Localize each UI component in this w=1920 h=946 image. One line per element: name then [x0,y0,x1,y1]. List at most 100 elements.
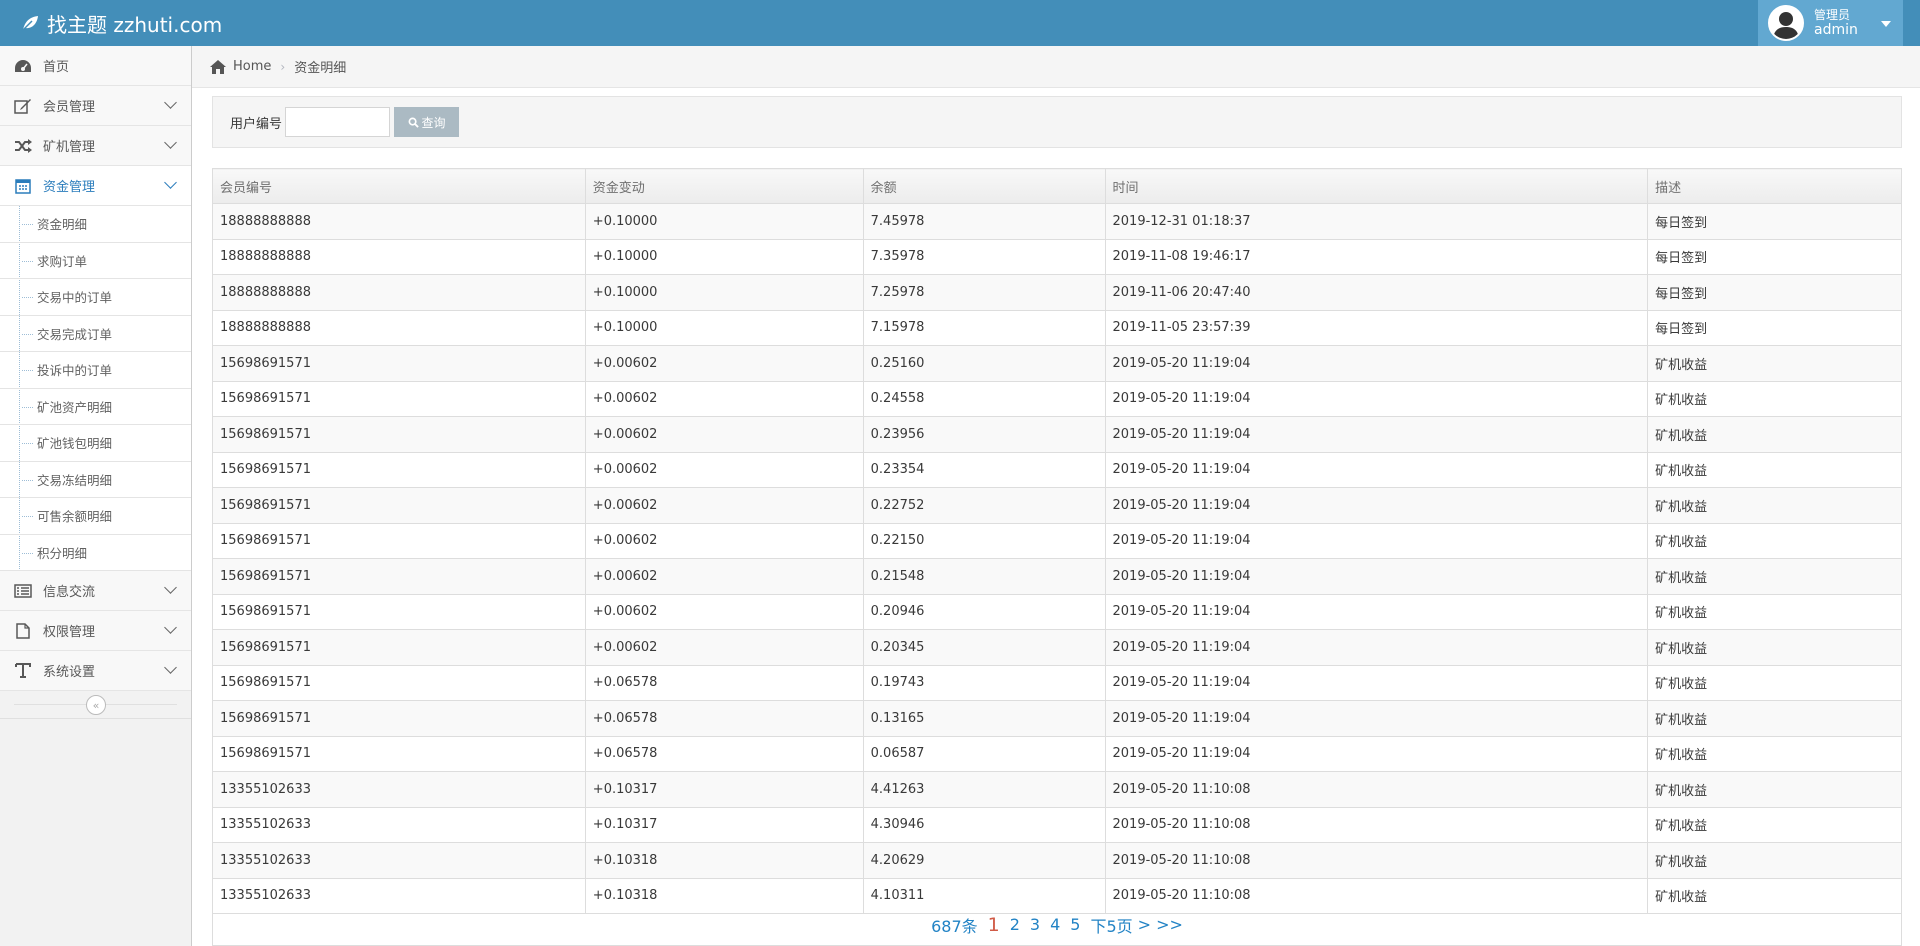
sidebar-item-messages[interactable]: 信息交流 [0,571,191,611]
submenu-item-fund-details[interactable]: 资金明细 [0,206,191,243]
cell-change: +0.10000 [584,203,864,240]
cell-member-id: 18888888888 [212,274,586,311]
sidebar-item-home[interactable]: 首页 [0,46,191,86]
cell-member-id: 15698691571 [212,558,586,595]
dashboard-icon [13,57,33,75]
user-menu[interactable]: 管理员 admin [1758,0,1903,46]
cell-member-id: 15698691571 [212,700,586,737]
sidebar-item-miners[interactable]: 矿机管理 [0,126,191,166]
table-row: 13355102633 +0.10317 4.30946 2019-05-20 11:… [212,806,1902,843]
cell-member-id: 18888888888 [212,238,586,275]
cell-description: 矿机收益 [1647,558,1902,595]
cell-time: 2019-05-20 11:19:04 [1104,593,1649,630]
cell-description: 矿机收益 [1647,522,1902,559]
table-row: 15698691571 +0.06578 0.19743 2019-05-20 11:… [212,664,1902,701]
page-link-3[interactable]: 3 [1030,915,1040,934]
double-chevron-left-icon[interactable]: « [86,695,106,715]
sidebar-item-permissions[interactable]: 权限管理 [0,611,191,651]
cell-member-id: 15698691571 [212,629,586,666]
submenu-item-pool-wallet[interactable]: 矿池钱包明细 [0,425,191,462]
cell-description: 矿机收益 [1647,700,1902,737]
sidebar-item-label: 矿机管理 [43,140,96,155]
sidebar-item-label: 权限管理 [43,625,96,640]
cell-balance: 0.20345 [862,629,1106,666]
cell-member-id: 15698691571 [212,522,586,559]
next-page-link[interactable]: > [1138,915,1151,934]
sidebar-item-members[interactable]: 会员管理 [0,86,191,126]
chevron-down-icon [164,621,177,634]
cell-description: 矿机收益 [1647,771,1902,808]
sidebar-item-label: 首页 [43,60,70,75]
user-id-input[interactable] [285,107,391,137]
column-header-balance: 余额 [862,168,1106,204]
brand-logo[interactable]: 找主题 zzhuti.com [20,0,222,46]
table-row: 15698691571 +0.00602 0.23354 2019-05-20 11:… [212,451,1902,488]
cell-member-id: 18888888888 [212,203,586,240]
page-link-5[interactable]: 5 [1070,915,1080,934]
cell-balance: 0.06587 [862,735,1106,772]
cell-time: 2019-05-20 11:19:04 [1104,700,1649,737]
chevron-right-icon: › [280,59,286,74]
cell-description: 矿机收益 [1647,593,1902,630]
cell-balance: 0.22150 [862,522,1106,559]
table-row: 15698691571 +0.00602 0.25160 2019-05-20 11:… [212,345,1902,382]
cell-time: 2019-05-20 11:19:04 [1104,345,1649,382]
sidebar-collapse-bar: « [0,691,191,719]
cell-description: 矿机收益 [1647,664,1902,701]
next-5-pages-link[interactable]: 下5页 [1090,913,1132,937]
submenu-item-saleable-balance[interactable]: 可售余额明细 [0,498,191,535]
cell-description: 矿机收益 [1647,380,1902,417]
leaf-icon [21,16,38,32]
cell-balance: 7.15978 [862,309,1106,346]
breadcrumb: Home › 资金明细 [192,46,1920,88]
page-link-4[interactable]: 4 [1050,915,1060,934]
cell-change: +0.00602 [584,593,864,630]
last-page-link[interactable]: >> [1156,915,1183,934]
page-current: 1 [987,913,1000,936]
table-row: 13355102633 +0.10318 4.20629 2019-05-20 11:… [212,842,1902,879]
cell-time: 2019-05-20 11:19:04 [1104,735,1649,772]
edit-icon [13,97,33,115]
submenu-item-points[interactable]: 积分明细 [0,535,191,571]
cell-time: 2019-05-20 11:19:04 [1104,380,1649,417]
submenu-item-completed-orders[interactable]: 交易完成订单 [0,316,191,352]
chevron-down-icon [164,661,177,674]
cell-member-id: 15698691571 [212,487,586,524]
sidebar-item-funds[interactable]: 资金管理 [0,166,191,206]
cell-change: +0.10317 [584,806,864,843]
cell-time: 2019-05-20 11:19:04 [1104,629,1649,666]
cell-time: 2019-05-20 11:19:04 [1104,416,1649,453]
sidebar-item-settings[interactable]: 系统设置 [0,651,191,691]
avatar [1768,5,1804,41]
chevron-down-icon [164,581,177,594]
submenu-item-trading-orders[interactable]: 交易中的订单 [0,279,191,316]
submenu-item-pool-assets[interactable]: 矿池资产明细 [0,389,191,425]
cell-time: 2019-12-31 01:18:37 [1104,203,1649,240]
table-row: 13355102633 +0.10317 4.41263 2019-05-20 11:… [212,771,1902,808]
table-row: 15698691571 +0.00602 0.22752 2019-05-20 11:… [212,487,1902,524]
cell-member-id: 15698691571 [212,664,586,701]
cell-change: +0.00602 [584,629,864,666]
sidebar-item-label: 系统设置 [43,665,96,680]
cell-change: +0.10000 [584,274,864,311]
submenu-item-frozen-details[interactable]: 交易冻结明细 [0,462,191,498]
cell-description: 矿机收益 [1647,451,1902,488]
cell-change: +0.10000 [584,309,864,346]
cell-change: +0.00602 [584,345,864,382]
breadcrumb-current: 资金明细 [294,61,347,76]
search-panel: 用户编号 查询 [212,96,1902,148]
cell-time: 2019-05-20 11:19:04 [1104,558,1649,595]
cell-description: 矿机收益 [1647,735,1902,772]
query-button[interactable]: 查询 [394,107,460,137]
user-icon [1773,12,1799,39]
breadcrumb-home-link[interactable]: Home [233,59,271,74]
page-link-2[interactable]: 2 [1010,915,1020,934]
cell-member-id: 15698691571 [212,593,586,630]
user-role: 管理员 [1814,8,1851,22]
table-row: 18888888888 +0.10000 7.45978 2019-12-31 01:… [212,203,1902,240]
chevron-down-icon [164,96,177,109]
cell-description: 每日签到 [1647,274,1902,311]
submenu-item-complaint-orders[interactable]: 投诉中的订单 [0,352,191,389]
column-header-description: 描述 [1647,168,1902,204]
submenu-item-buy-orders[interactable]: 求购订单 [0,243,191,279]
